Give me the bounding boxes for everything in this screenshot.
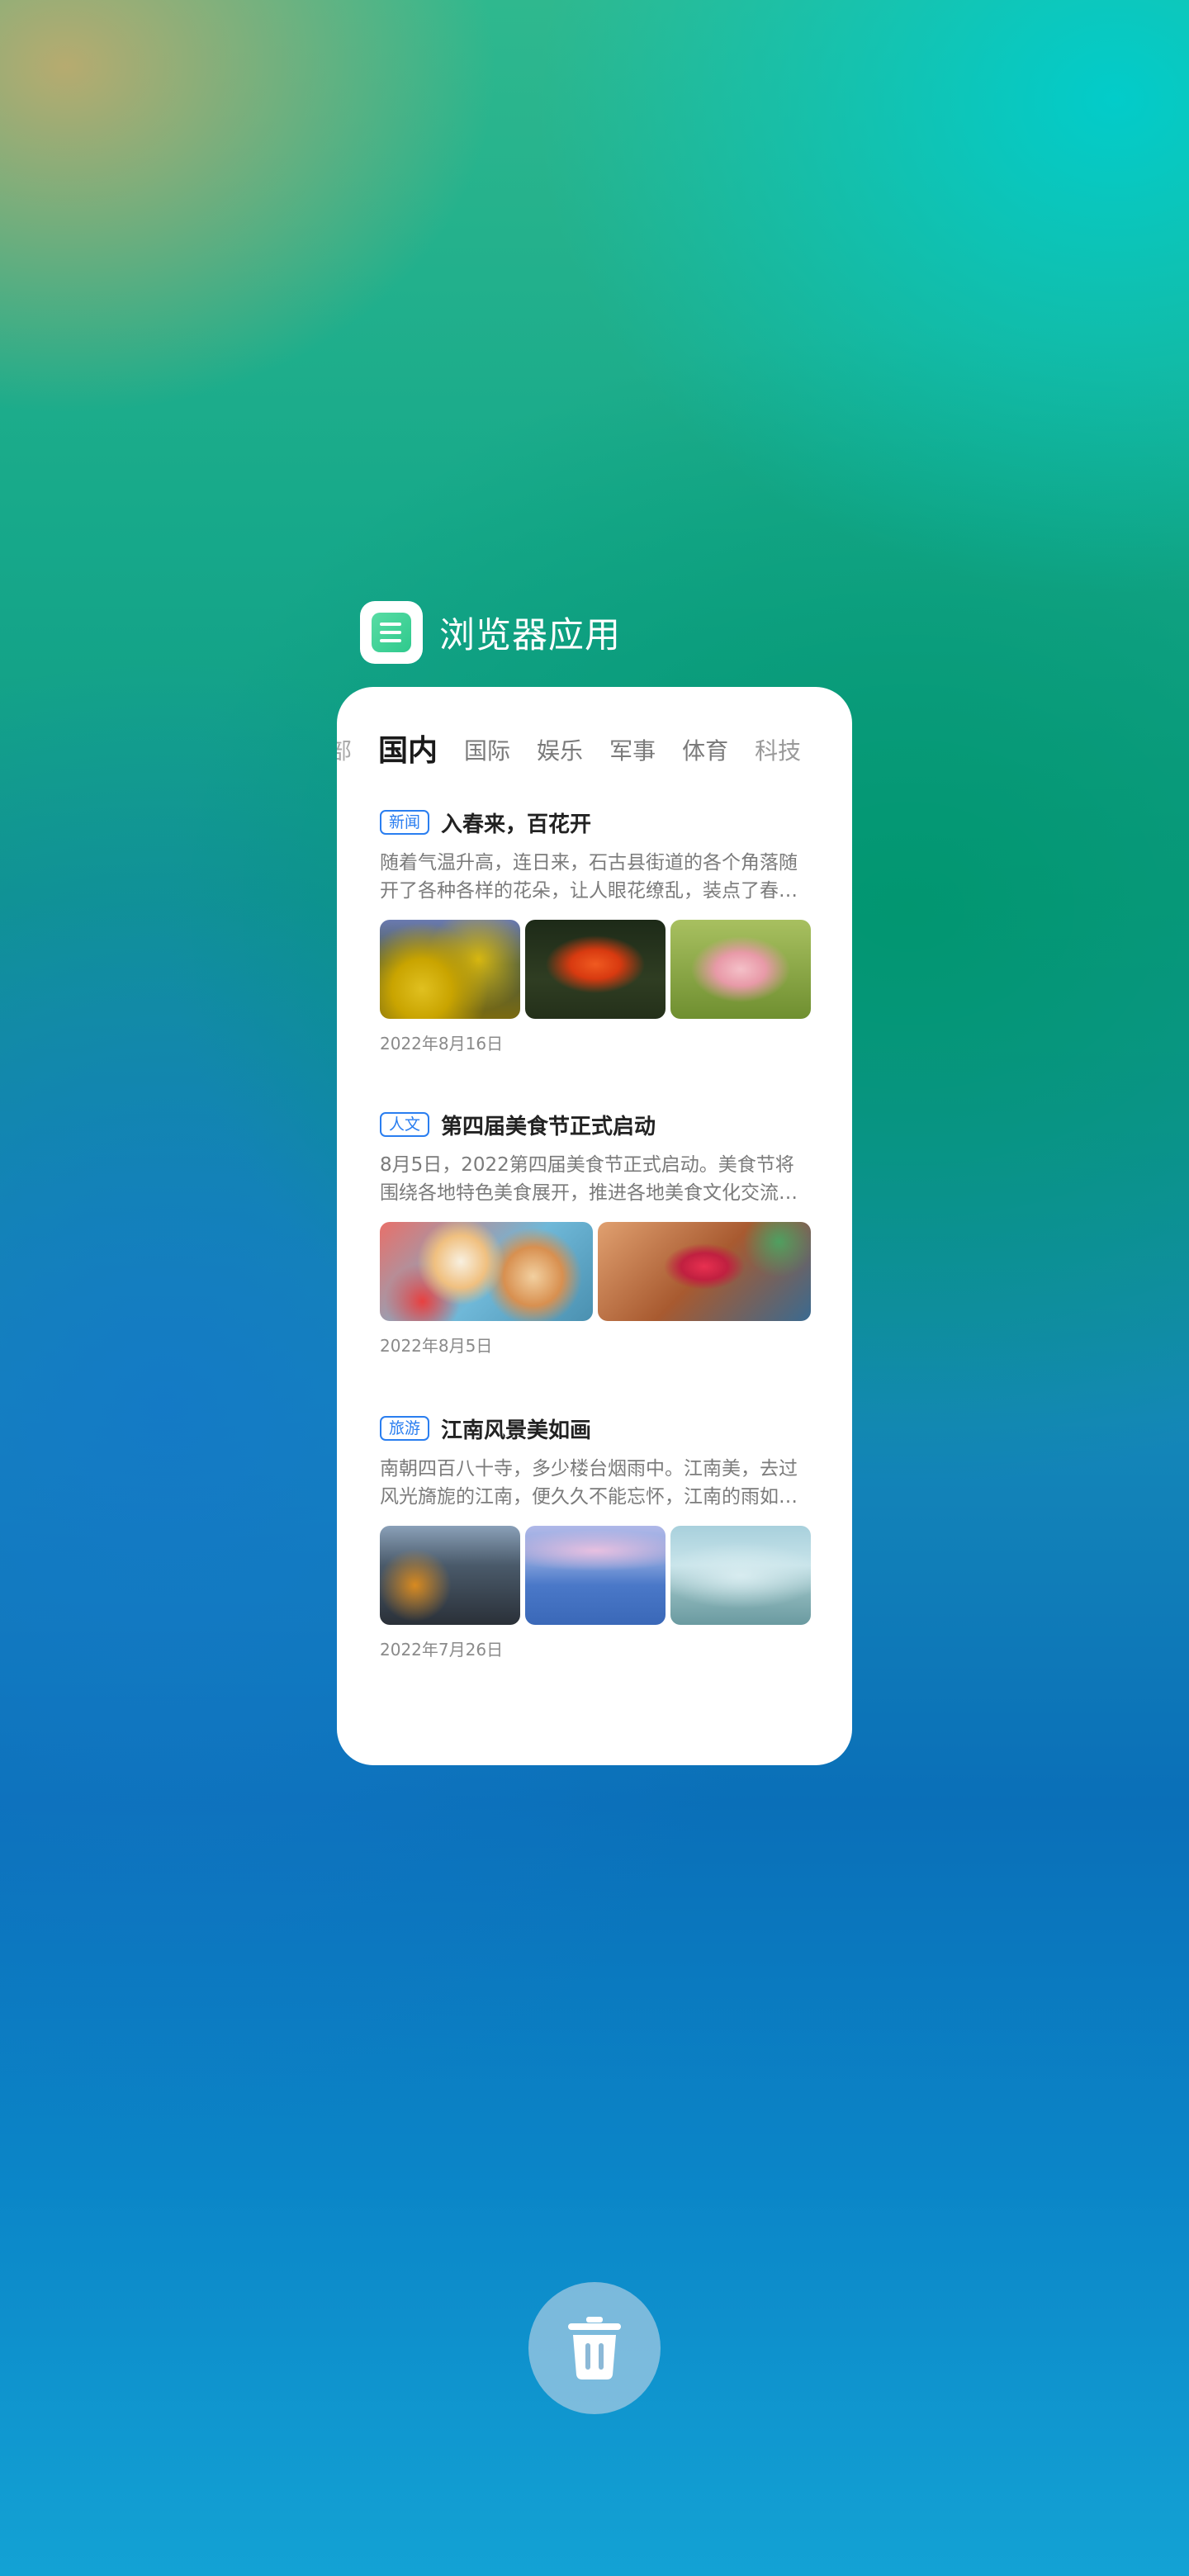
news-tag: 新闻 [380, 810, 430, 835]
news-item[interactable]: 旅游 江南风景美如画 南朝四百八十寺，多少楼台烟雨中。江南美，去过风光旖旎的江南… [380, 1413, 811, 1660]
news-date: 2022年8月16日 [380, 1034, 504, 1054]
yellow-flowers-photo [380, 920, 520, 1019]
browser-app-icon[interactable] [360, 601, 423, 664]
news-title: 江南风景美如画 [441, 1418, 592, 1443]
news-item[interactable]: 新闻 入春来，百花开 随着气温升高，连日来，石古县街道的各个角落随开了各种各样的… [380, 807, 811, 1054]
category-tabs: 部 国内 国际 娱乐 军事 体育 科技 [337, 723, 852, 773]
misty-lake-photo [525, 1526, 666, 1625]
news-images [380, 1222, 811, 1321]
app-header: 浏览器应用 [360, 601, 621, 664]
news-title: 入春来，百花开 [441, 812, 592, 837]
app-name: 浏览器应用 [439, 615, 621, 656]
tab-sports[interactable]: 体育 [682, 735, 728, 773]
app-preview-card[interactable]: 部 国内 国际 娱乐 军事 体育 科技 新闻 入春来，百花开 随着气温升高，连日… [337, 687, 852, 1765]
news-images [380, 920, 811, 1019]
autumn-lake-photo [380, 1526, 520, 1625]
tab-military[interactable]: 军事 [609, 735, 656, 773]
tab-all[interactable]: 部 [337, 735, 352, 773]
pink-flower-photo [670, 920, 811, 1019]
news-summary: 8月5日，2022第四届美食节正式启动。美食节将围绕各地特色美食展开，推进各地美… [380, 1154, 798, 1204]
news-item[interactable]: 人文 第四届美食节正式启动 8月5日，2022第四届美食节正式启动。美食节将围绕… [380, 1110, 811, 1357]
trash-icon [568, 2317, 621, 2379]
news-summary: 随着气温升高，连日来，石古县街道的各个角落随开了各种各样的花朵，让人眼花缭乱，装… [380, 852, 798, 902]
news-tag: 人文 [380, 1112, 430, 1137]
tab-international[interactable]: 国际 [464, 735, 510, 773]
tab-domestic[interactable]: 国内 [378, 735, 438, 773]
mountain-mist-photo [670, 1526, 811, 1625]
news-title: 第四届美食节正式启动 [441, 1114, 656, 1139]
tab-technology[interactable]: 科技 [755, 735, 801, 773]
berry-tart-photo [598, 1222, 811, 1321]
news-date: 2022年8月5日 [380, 1336, 493, 1356]
news-date: 2022年7月26日 [380, 1640, 504, 1660]
donuts-photo [380, 1222, 593, 1321]
news-tag: 旅游 [380, 1416, 430, 1441]
tab-entertainment[interactable]: 娱乐 [537, 735, 583, 773]
clear-apps-button[interactable] [528, 2282, 661, 2414]
news-images [380, 1526, 811, 1625]
red-flower-photo [525, 920, 666, 1019]
news-summary: 南朝四百八十寺，多少楼台烟雨中。江南美，去过风光旖旎的江南，便久久不能忘怀，江南… [380, 1458, 798, 1508]
